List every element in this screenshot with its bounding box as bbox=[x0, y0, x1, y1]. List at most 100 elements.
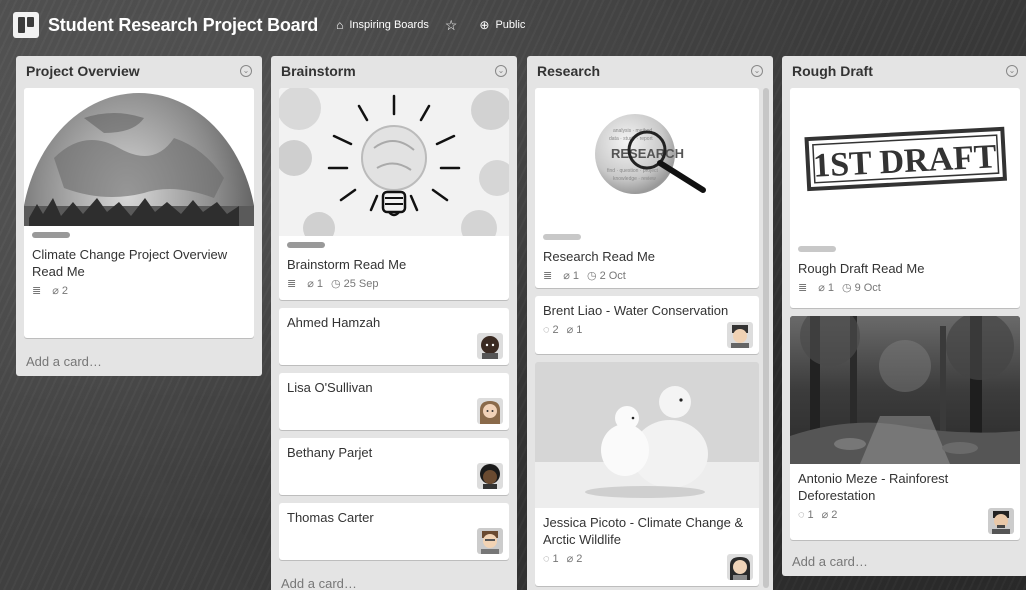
board-header: Student Research Project Board ⌂ Inspiri… bbox=[0, 0, 1026, 50]
card-label bbox=[798, 246, 836, 252]
comment-badge: ◌ 1 bbox=[798, 509, 814, 521]
clock-icon: ◷ bbox=[841, 282, 852, 294]
attachment-count: 1 bbox=[572, 269, 579, 282]
paperclip-icon: ⌀ bbox=[566, 553, 574, 565]
card-brainstorm-readme[interactable]: Brainstorm Read Me ≣ ⌀ 1 ◷ 25 Sep bbox=[279, 88, 509, 300]
card-title: Ahmed Hamzah bbox=[287, 315, 381, 330]
globe-icon: ⊕ bbox=[479, 18, 490, 32]
card-rough-draft-readme[interactable]: 1ST DRAFT Rough Draft Read Me ≣ ⌀ 1 ◷ 9 Oc… bbox=[790, 88, 1020, 308]
card-title: Brent Liao - Water Conservation bbox=[543, 303, 729, 318]
card-title: Brainstorm Read Me bbox=[287, 257, 407, 272]
paperclip-icon: ⌀ bbox=[566, 324, 574, 336]
first-draft-stamp-image: 1ST DRAFT bbox=[790, 88, 1020, 240]
attachment-count: 2 bbox=[831, 508, 838, 521]
card-label bbox=[287, 242, 325, 248]
add-card-button[interactable]: Add a card… bbox=[782, 546, 878, 576]
list-menu-icon[interactable]: ⌄ bbox=[240, 65, 252, 77]
card-bethany-parjet[interactable]: Bethany Parjet bbox=[279, 438, 509, 495]
card-thomas-carter[interactable]: Thomas Carter bbox=[279, 503, 509, 560]
card-jessica-picoto[interactable]: Jessica Picoto - Climate Change & Arctic… bbox=[535, 362, 759, 586]
card-title: Research Read Me bbox=[543, 249, 655, 264]
list-brainstorm: Brainstorm ⌄ Brainstorm Read Me ≣ ⌀ 1 ◷ … bbox=[271, 56, 517, 590]
description-icon: ≣ bbox=[287, 278, 297, 290]
attachment-badge: ⌀ 2 bbox=[566, 552, 583, 566]
member-avatar[interactable] bbox=[727, 554, 753, 580]
card-title: Rough Draft Read Me bbox=[798, 261, 925, 276]
card-title: Jessica Picoto - Climate Change & Arctic… bbox=[543, 515, 744, 547]
list-research: Research ⌄ analysis · method data · stud… bbox=[527, 56, 773, 590]
research-word: RESEARCH bbox=[611, 146, 684, 161]
description-badge: ≣ bbox=[287, 277, 299, 290]
attachment-count: 1 bbox=[316, 277, 323, 290]
comment-badge: ◌ 2 bbox=[543, 324, 559, 336]
member-avatar[interactable] bbox=[988, 508, 1014, 534]
svg-text:knowledge · review: knowledge · review bbox=[613, 176, 656, 182]
comment-count: 1 bbox=[552, 552, 559, 565]
comment-icon: ◌ bbox=[543, 552, 550, 565]
card-climate-overview[interactable]: Climate Change Project Overview Read Me … bbox=[24, 88, 254, 338]
list-project-overview: Project Overview ⌄ Climate Change Projec… bbox=[16, 56, 262, 376]
member-avatar[interactable] bbox=[727, 322, 753, 348]
member-avatar[interactable] bbox=[477, 463, 503, 489]
list-title[interactable]: Brainstorm bbox=[281, 63, 356, 79]
rainforest-image bbox=[790, 316, 1020, 464]
attachment-badge: ⌀ 1 bbox=[818, 281, 834, 295]
attachment-badge: ⌀ 2 bbox=[821, 508, 838, 522]
trello-logo-icon[interactable] bbox=[13, 12, 39, 38]
visibility-label: Public bbox=[495, 19, 526, 31]
card-title: Bethany Parjet bbox=[287, 445, 373, 460]
team-button[interactable]: ⌂ Inspiring Boards bbox=[336, 18, 429, 32]
add-card-button[interactable]: Add a card… bbox=[271, 568, 367, 590]
attachment-count: 2 bbox=[576, 552, 583, 565]
attachment-badge: ⌀ 2 bbox=[52, 284, 68, 298]
card-brent-liao[interactable]: Brent Liao - Water Conservation ◌ 2 ⌀ 1 bbox=[535, 296, 759, 354]
comment-count: 2 bbox=[552, 323, 559, 336]
list-title[interactable]: Rough Draft bbox=[792, 63, 873, 79]
card-research-readme[interactable]: analysis · method data · study · report … bbox=[535, 88, 759, 288]
comment-icon: ◌ bbox=[798, 508, 805, 521]
card-label bbox=[543, 234, 581, 240]
paperclip-icon: ⌀ bbox=[821, 509, 829, 521]
attachment-badge: ⌀ 1 bbox=[566, 323, 583, 337]
description-badge: ≣ bbox=[32, 284, 44, 297]
member-avatar[interactable] bbox=[477, 528, 503, 554]
description-icon: ≣ bbox=[32, 285, 42, 297]
due-date: 9 Oct bbox=[854, 281, 881, 294]
clock-icon: ◷ bbox=[586, 270, 597, 282]
paperclip-icon: ⌀ bbox=[52, 285, 59, 297]
visibility-button[interactable]: ⊕ Public bbox=[479, 18, 525, 32]
comment-icon: ◌ bbox=[543, 323, 550, 336]
attachment-count: 2 bbox=[61, 284, 68, 297]
card-antonio-meze[interactable]: Antonio Meze - Rainforest Deforestation … bbox=[790, 316, 1020, 540]
list-menu-icon[interactable]: ⌄ bbox=[751, 65, 763, 77]
paperclip-icon: ⌀ bbox=[307, 278, 314, 290]
list-rough-draft: Rough Draft ⌄ 1ST DRAFT Rough Draft Read… bbox=[782, 56, 1026, 576]
card-lisa-osullivan[interactable]: Lisa O'Sullivan bbox=[279, 373, 509, 430]
attachment-count: 1 bbox=[827, 281, 834, 294]
card-title: Climate Change Project Overview Read Me bbox=[32, 247, 228, 279]
list-title[interactable]: Research bbox=[537, 63, 600, 79]
team-icon: ⌂ bbox=[336, 18, 344, 32]
description-icon: ≣ bbox=[543, 270, 553, 282]
earth-image bbox=[24, 88, 254, 226]
list-menu-icon[interactable]: ⌄ bbox=[1006, 65, 1018, 77]
add-card-button[interactable]: Add a card… bbox=[16, 346, 112, 376]
list-scrollbar[interactable] bbox=[763, 88, 769, 588]
due-date: 2 Oct bbox=[599, 269, 626, 282]
member-avatar[interactable] bbox=[477, 333, 503, 359]
list-title[interactable]: Project Overview bbox=[26, 63, 140, 79]
due-date: 25 Sep bbox=[343, 277, 379, 290]
magnifier-image: analysis · method data · study · report … bbox=[535, 88, 759, 228]
star-icon: ☆ bbox=[444, 16, 458, 33]
polar-bears-image bbox=[535, 362, 759, 508]
card-label bbox=[32, 232, 70, 238]
member-avatar[interactable] bbox=[477, 398, 503, 424]
description-icon: ≣ bbox=[798, 282, 808, 294]
comment-badge: ◌ 1 bbox=[543, 553, 559, 565]
due-badge: ◷ 25 Sep bbox=[331, 277, 379, 291]
list-menu-icon[interactable]: ⌄ bbox=[495, 65, 507, 77]
board-title[interactable]: Student Research Project Board bbox=[48, 15, 318, 36]
card-ahmed-hamzah[interactable]: Ahmed Hamzah bbox=[279, 308, 509, 365]
star-button[interactable]: ☆ bbox=[445, 17, 464, 34]
description-badge: ≣ bbox=[543, 269, 555, 282]
